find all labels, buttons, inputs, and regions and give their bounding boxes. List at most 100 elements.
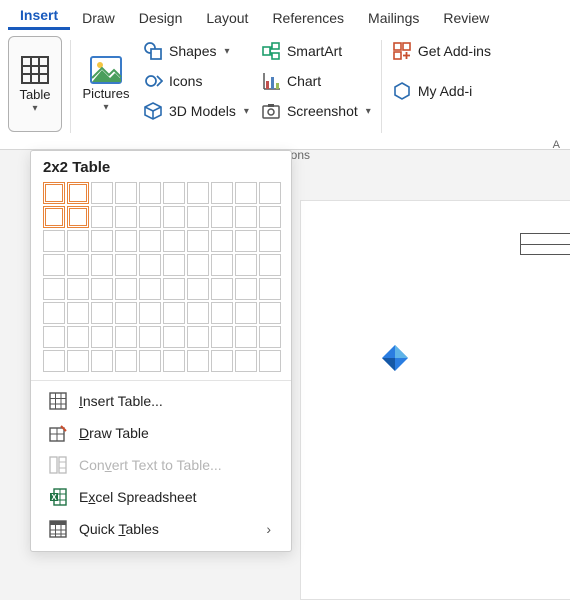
tab-draw[interactable]: Draw	[70, 4, 127, 30]
3dmodels-button[interactable]: 3D Models ▾	[139, 98, 253, 124]
grid-cell[interactable]	[139, 278, 161, 300]
grid-cell[interactable]	[211, 326, 233, 348]
grid-cell[interactable]	[187, 206, 209, 228]
grid-cell[interactable]	[235, 230, 257, 252]
table-button[interactable]: Table ▾	[8, 36, 62, 132]
grid-cell[interactable]	[115, 350, 137, 372]
grid-cell[interactable]	[43, 278, 65, 300]
grid-cell[interactable]	[67, 206, 89, 228]
grid-cell[interactable]	[115, 326, 137, 348]
grid-cell[interactable]	[115, 278, 137, 300]
grid-cell[interactable]	[235, 206, 257, 228]
grid-cell[interactable]	[259, 254, 281, 276]
grid-cell[interactable]	[43, 326, 65, 348]
grid-cell[interactable]	[211, 302, 233, 324]
grid-cell[interactable]	[187, 278, 209, 300]
grid-cell[interactable]	[187, 326, 209, 348]
pictures-button[interactable]: Pictures ▾	[79, 36, 133, 132]
tab-layout[interactable]: Layout	[194, 4, 260, 30]
get-addins-button[interactable]: Get Add-ins	[388, 38, 495, 64]
insert-table-item[interactable]: Insert Table...	[39, 385, 283, 417]
grid-cell[interactable]	[43, 206, 65, 228]
grid-cell[interactable]	[115, 230, 137, 252]
grid-cell[interactable]	[91, 230, 113, 252]
grid-cell[interactable]	[187, 254, 209, 276]
grid-cell[interactable]	[43, 254, 65, 276]
tab-review[interactable]: Review	[431, 4, 501, 30]
grid-cell[interactable]	[43, 182, 65, 204]
grid-cell[interactable]	[67, 326, 89, 348]
grid-cell[interactable]	[139, 302, 161, 324]
grid-cell[interactable]	[259, 206, 281, 228]
grid-cell[interactable]	[187, 230, 209, 252]
grid-cell[interactable]	[163, 326, 185, 348]
grid-cell[interactable]	[139, 326, 161, 348]
grid-cell[interactable]	[211, 350, 233, 372]
grid-cell[interactable]	[139, 350, 161, 372]
grid-cell[interactable]	[235, 326, 257, 348]
tab-design[interactable]: Design	[127, 4, 195, 30]
grid-cell[interactable]	[91, 206, 113, 228]
grid-cell[interactable]	[43, 350, 65, 372]
grid-cell[interactable]	[259, 326, 281, 348]
table-grid-picker[interactable]	[43, 182, 279, 372]
smartart-button[interactable]: SmartArt	[257, 38, 375, 64]
grid-cell[interactable]	[139, 254, 161, 276]
grid-cell[interactable]	[67, 230, 89, 252]
grid-cell[interactable]	[67, 302, 89, 324]
grid-cell[interactable]	[235, 302, 257, 324]
grid-cell[interactable]	[43, 230, 65, 252]
grid-cell[interactable]	[115, 302, 137, 324]
screenshot-button[interactable]: Screenshot ▾	[257, 98, 375, 124]
grid-cell[interactable]	[163, 278, 185, 300]
grid-cell[interactable]	[67, 182, 89, 204]
grid-cell[interactable]	[163, 206, 185, 228]
quick-tables-item[interactable]: Quick Tables ›	[39, 513, 283, 545]
grid-cell[interactable]	[211, 278, 233, 300]
tab-mailings[interactable]: Mailings	[356, 4, 431, 30]
grid-cell[interactable]	[163, 254, 185, 276]
grid-cell[interactable]	[91, 278, 113, 300]
grid-cell[interactable]	[187, 302, 209, 324]
grid-cell[interactable]	[259, 350, 281, 372]
grid-cell[interactable]	[187, 350, 209, 372]
tab-references[interactable]: References	[260, 4, 356, 30]
grid-cell[interactable]	[211, 206, 233, 228]
my-addins-button[interactable]: My Add-i	[388, 78, 495, 104]
grid-cell[interactable]	[163, 230, 185, 252]
shapes-button[interactable]: Shapes ▾	[139, 38, 253, 64]
grid-cell[interactable]	[259, 278, 281, 300]
grid-cell[interactable]	[235, 350, 257, 372]
grid-cell[interactable]	[67, 350, 89, 372]
tab-insert[interactable]: Insert	[8, 1, 70, 30]
grid-cell[interactable]	[139, 230, 161, 252]
grid-cell[interactable]	[91, 326, 113, 348]
grid-cell[interactable]	[91, 350, 113, 372]
grid-cell[interactable]	[67, 278, 89, 300]
icons-button[interactable]: Icons	[139, 68, 253, 94]
grid-cell[interactable]	[235, 182, 257, 204]
chart-button[interactable]: Chart	[257, 68, 375, 94]
grid-cell[interactable]	[67, 254, 89, 276]
grid-cell[interactable]	[163, 350, 185, 372]
grid-cell[interactable]	[91, 182, 113, 204]
grid-cell[interactable]	[139, 182, 161, 204]
grid-cell[interactable]	[115, 182, 137, 204]
grid-cell[interactable]	[211, 230, 233, 252]
grid-cell[interactable]	[43, 302, 65, 324]
grid-cell[interactable]	[163, 182, 185, 204]
grid-cell[interactable]	[259, 302, 281, 324]
grid-cell[interactable]	[91, 302, 113, 324]
grid-cell[interactable]	[187, 182, 209, 204]
grid-cell[interactable]	[211, 182, 233, 204]
grid-cell[interactable]	[115, 206, 137, 228]
grid-cell[interactable]	[91, 254, 113, 276]
grid-cell[interactable]	[259, 182, 281, 204]
grid-cell[interactable]	[139, 206, 161, 228]
grid-cell[interactable]	[235, 278, 257, 300]
draw-table-item[interactable]: Draw Table	[39, 417, 283, 449]
grid-cell[interactable]	[163, 302, 185, 324]
grid-cell[interactable]	[235, 254, 257, 276]
grid-cell[interactable]	[115, 254, 137, 276]
excel-spreadsheet-item[interactable]: X Excel Spreadsheet	[39, 481, 283, 513]
